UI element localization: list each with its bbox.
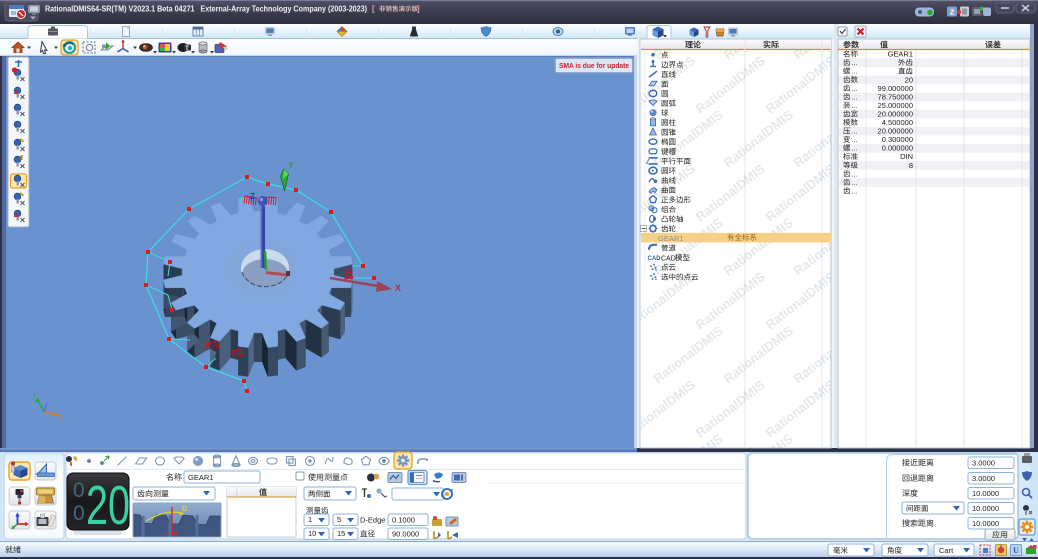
- svg-text:...: ...: [852, 103, 858, 110]
- svg-text:0: 0: [73, 502, 85, 525]
- svg-text:5: 5: [337, 515, 341, 524]
- svg-text:...: ...: [852, 137, 858, 144]
- svg-text:D: D: [182, 506, 187, 513]
- svg-text:...: ...: [852, 180, 858, 187]
- svg-text:Z: Z: [950, 8, 955, 17]
- svg-text:0: 0: [73, 479, 85, 502]
- svg-text:15: 15: [337, 529, 345, 538]
- svg-text:CAD: CAD: [661, 255, 676, 262]
- svg-text:10.0000: 10.0000: [972, 504, 999, 513]
- svg-text:Y: Y: [288, 161, 294, 170]
- svg-text:X: X: [395, 283, 401, 293]
- svg-text:3.0000: 3.0000: [972, 474, 995, 483]
- svg-text:SMA is due for update: SMA is due for update: [559, 61, 629, 70]
- svg-text:1: 1: [308, 515, 312, 524]
- svg-text:10.0000: 10.0000: [972, 489, 999, 498]
- svg-text:Cart: Cart: [939, 546, 954, 555]
- svg-text:]: ]: [417, 5, 420, 14]
- svg-text:...: ...: [852, 69, 858, 76]
- svg-text:CAD: CAD: [648, 256, 662, 262]
- svg-text:90.0000: 90.0000: [392, 530, 419, 539]
- svg-text:10: 10: [308, 529, 316, 538]
- svg-text:x: x: [60, 416, 63, 422]
- svg-text:y: y: [33, 392, 36, 398]
- svg-text:RationalDMIS64-SR(TM) V2023.1: RationalDMIS64-SR(TM) V2023.1 Beta 04271…: [45, 5, 367, 14]
- svg-text:20: 20: [86, 476, 130, 537]
- svg-text:D-Edge: D-Edge: [360, 516, 385, 525]
- svg-text:GEAR1: GEAR1: [188, 473, 213, 482]
- svg-text:Lead: Lead: [163, 530, 178, 537]
- svg-text:0.1000: 0.1000: [392, 516, 415, 525]
- svg-text:...: ...: [852, 86, 858, 93]
- svg-text:...: ...: [852, 188, 858, 195]
- svg-text:...: ...: [852, 60, 858, 67]
- svg-text:GEAR1: GEAR1: [658, 234, 683, 243]
- svg-text:T: T: [185, 45, 189, 52]
- svg-text:...: ...: [852, 94, 858, 101]
- svg-text:8: 8: [909, 161, 913, 170]
- svg-text:3.0000: 3.0000: [972, 459, 995, 468]
- svg-text:GEAR1: GEAR1: [888, 50, 913, 59]
- svg-text:10.0000: 10.0000: [972, 519, 999, 528]
- svg-text:U: U: [1013, 546, 1019, 555]
- svg-text:Z: Z: [250, 192, 255, 201]
- svg-text:...: ...: [852, 146, 858, 153]
- svg-text:...: ...: [852, 129, 858, 136]
- svg-text:[: [: [372, 5, 375, 14]
- svg-text:...: ...: [852, 171, 858, 178]
